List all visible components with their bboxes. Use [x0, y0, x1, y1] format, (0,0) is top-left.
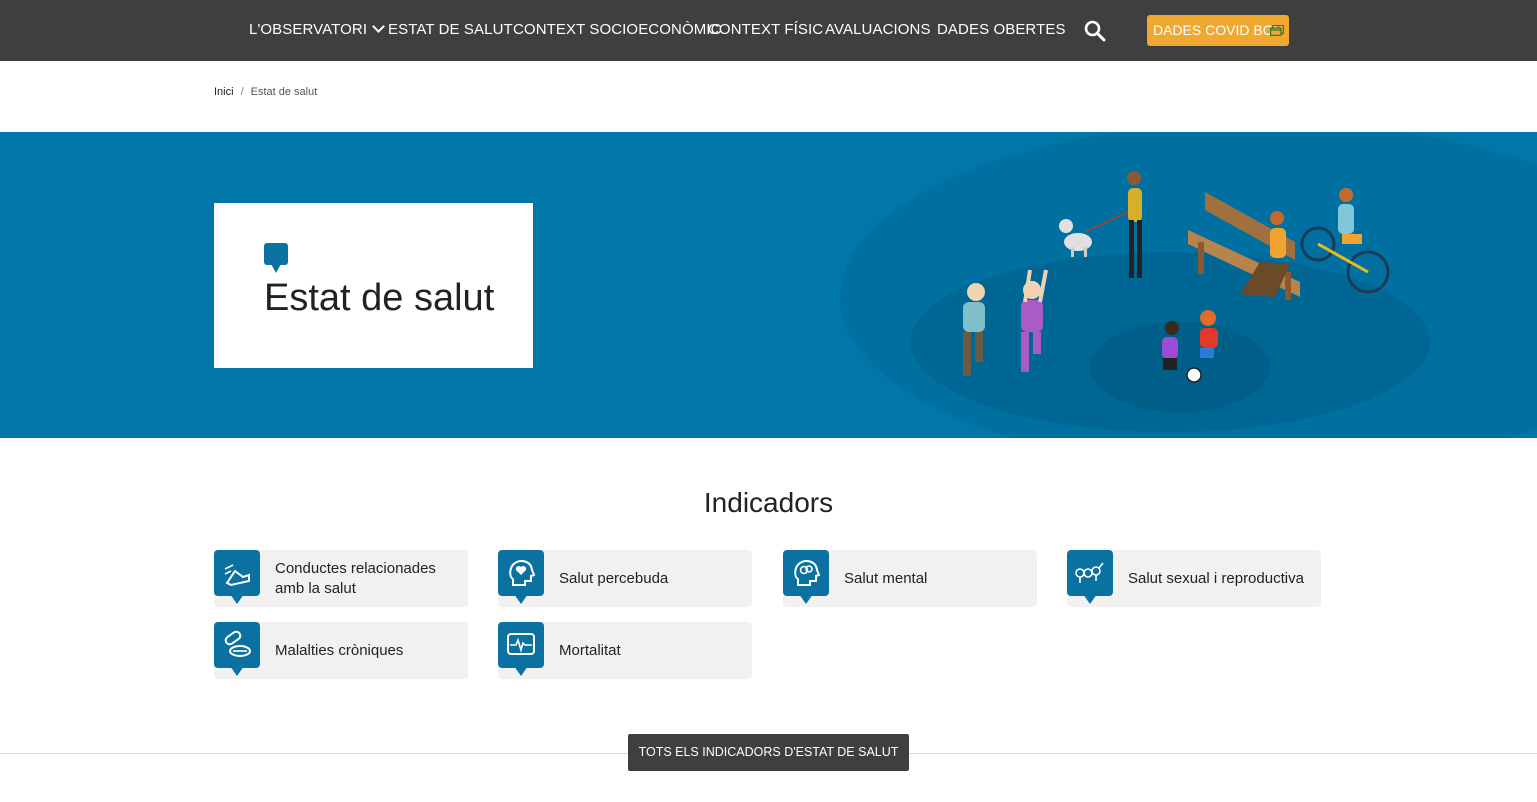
pills-icon	[224, 630, 251, 657]
indicator-icon-box	[214, 622, 260, 676]
page-title: Estat de salut	[264, 277, 495, 319]
breadcrumb-separator: /	[240, 86, 244, 98]
nav-item-label: L'OBSERVATORI	[249, 21, 368, 38]
hero-illustration	[840, 132, 1537, 438]
all-indicators-button[interactable]: TOTS ELS INDICADORS D'ESTAT DE SALUT	[628, 734, 909, 771]
indicator-label: Malalties cròniques	[275, 641, 404, 659]
nav-item-observatori[interactable]: L'OBSERVATORI	[249, 20, 385, 38]
head-heart-icon	[509, 560, 536, 586]
nav-item-context-fisic[interactable]: CONTEXT FÍSIC	[708, 21, 823, 38]
indicator-card-malalties-croniques[interactable]: Malalties cròniques	[214, 622, 468, 679]
chevron-down-icon	[372, 20, 385, 33]
indicator-icon-tail	[230, 666, 244, 676]
indicator-icon-box	[214, 550, 260, 604]
indicator-card-conductes[interactable]: Conductes relacionades amb la salut	[214, 550, 468, 607]
indicator-icon-box	[498, 622, 544, 676]
breadcrumb: Inici / Estat de salut	[214, 86, 317, 98]
speech-bubble-icon	[264, 243, 288, 273]
hero-title-card: Estat de salut	[214, 203, 533, 368]
indicator-label: Conductes relacionades amb la salut	[275, 559, 436, 597]
running-shoe-icon	[224, 564, 250, 587]
heartbeat-monitor-icon	[507, 633, 535, 655]
covid-button-label: DADES COVID BCN	[1153, 22, 1283, 38]
indicator-icon-tail	[230, 594, 244, 604]
nav-item-avaluacions[interactable]: AVALUACIONS	[825, 21, 931, 38]
breadcrumb-home-link[interactable]: Inici	[214, 86, 234, 98]
indicator-icon-tail	[799, 594, 813, 604]
nav-item-context-socioeconomic[interactable]: CONTEXT SOCIOECONÒMIC	[513, 21, 722, 38]
head-brain-icon	[794, 560, 821, 586]
hero-banner: Estat de salut	[0, 132, 1537, 438]
indicator-icon-box	[783, 550, 829, 604]
indicator-icon-tail	[514, 666, 528, 676]
indicators-heading: Indicadors	[703, 487, 834, 518]
search-icon[interactable]	[1084, 20, 1106, 42]
indicator-label: Mortalitat	[559, 641, 621, 659]
indicator-icon-tail	[514, 594, 528, 604]
indicator-card-salut-sexual[interactable]: Salut sexual i reproductiva	[1067, 550, 1321, 607]
nav-item-estat-de-salut[interactable]: ESTAT DE SALUT	[388, 21, 513, 38]
indicator-icon-box	[1067, 550, 1113, 604]
indicator-card-mortalitat[interactable]: Mortalitat	[498, 622, 752, 679]
gender-symbols-icon	[1075, 562, 1104, 583]
indicator-icon-tail	[1083, 594, 1097, 604]
indicator-label: Salut sexual i reproductiva	[1128, 569, 1304, 587]
top-navigation-bar: L'OBSERVATORI ESTAT DE SALUT CONTEXT SOC…	[0, 0, 1537, 61]
indicator-label: Salut mental	[844, 569, 928, 587]
breadcrumb-current: Estat de salut	[250, 86, 318, 98]
nav-item-dades-obertes[interactable]: DADES OBERTES	[937, 21, 1066, 38]
indicator-card-salut-mental[interactable]: Salut mental	[783, 550, 1037, 607]
dades-covid-button[interactable]: DADES COVID BCN	[1147, 15, 1289, 46]
indicator-icon-box	[498, 550, 544, 604]
indicator-label: Salut percebuda	[559, 569, 669, 587]
external-window-icon	[1270, 25, 1284, 36]
indicator-card-salut-percebuda[interactable]: Salut percebuda	[498, 550, 752, 607]
